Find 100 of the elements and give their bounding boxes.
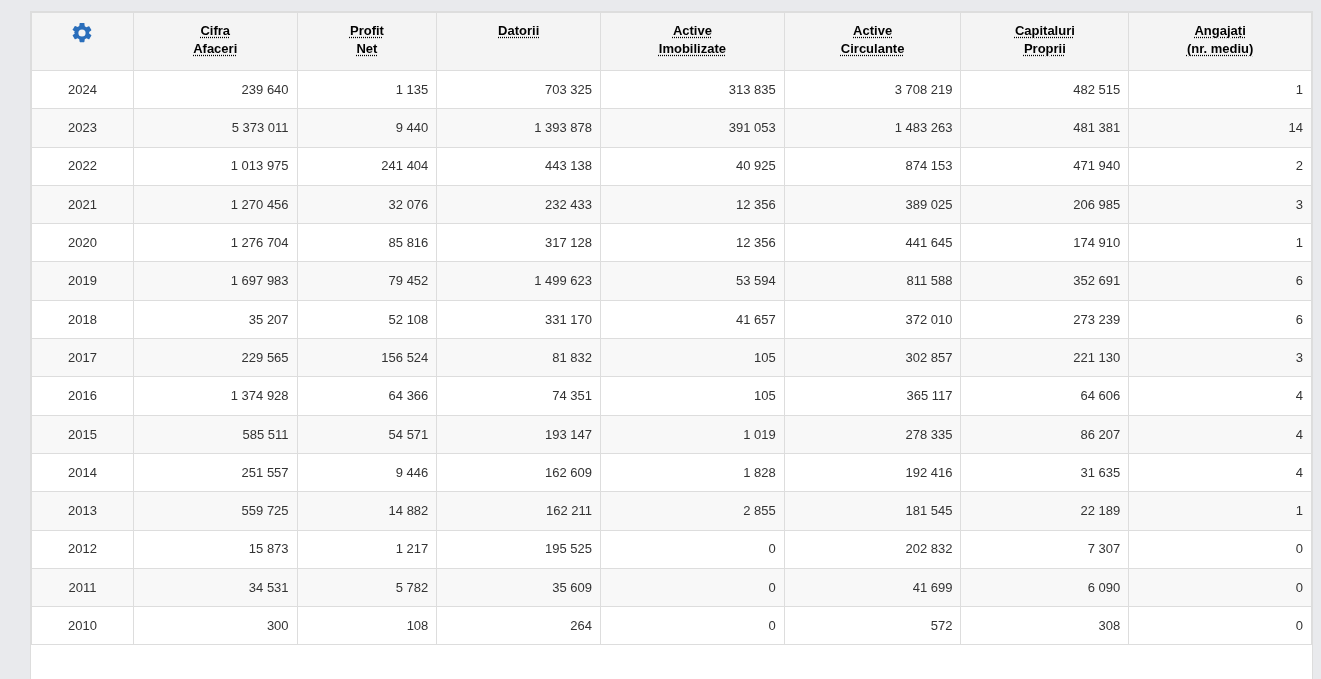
value-cell: 1 276 704 — [133, 223, 298, 262]
value-cell: 40 925 — [600, 147, 785, 186]
value-cell: 0 — [1128, 530, 1312, 569]
value-cell: 585 511 — [133, 415, 298, 454]
value-cell: 1 393 878 — [436, 108, 601, 148]
value-cell: 202 832 — [784, 530, 961, 569]
value-cell: 35 609 — [436, 568, 601, 607]
value-cell: 64 606 — [961, 376, 1129, 416]
value-cell: 232 433 — [436, 185, 601, 224]
value-cell: 74 351 — [436, 376, 601, 416]
value-cell: 1 374 928 — [133, 376, 298, 416]
value-cell: 79 452 — [297, 262, 437, 301]
value-cell: 1 — [1128, 491, 1312, 531]
value-cell: 3 708 219 — [784, 70, 961, 109]
value-cell: 0 — [1128, 568, 1312, 607]
value-cell: 1 270 456 — [133, 185, 298, 224]
value-cell: 703 325 — [436, 70, 601, 109]
value-cell: 0 — [600, 530, 785, 569]
value-cell: 2 — [1128, 147, 1312, 186]
value-cell: 308 — [961, 606, 1129, 645]
value-cell: 41 699 — [784, 568, 961, 607]
value-cell: 193 147 — [436, 415, 601, 454]
value-cell: 1 — [1128, 223, 1312, 262]
value-cell: 12 356 — [600, 185, 785, 224]
column-header[interactable]: Profit Net — [349, 22, 384, 58]
year-cell: 2010 — [31, 606, 134, 645]
value-cell: 14 882 — [297, 491, 437, 531]
year-cell: 2022 — [31, 147, 134, 186]
value-cell: 391 053 — [600, 108, 785, 148]
year-cell: 2024 — [31, 70, 134, 109]
value-cell: 0 — [600, 568, 785, 607]
year-cell: 2016 — [31, 376, 134, 416]
value-cell: 313 835 — [600, 70, 785, 109]
year-cell: 2015 — [31, 415, 134, 454]
value-cell: 1 013 975 — [133, 147, 298, 186]
value-cell: 372 010 — [784, 300, 961, 339]
value-cell: 0 — [1128, 606, 1312, 645]
value-cell: 273 239 — [961, 300, 1129, 339]
value-cell: 52 108 — [297, 300, 437, 339]
value-cell: 32 076 — [297, 185, 437, 224]
value-cell: 105 — [600, 376, 785, 416]
value-cell: 241 404 — [297, 147, 437, 186]
value-cell: 1 019 — [600, 415, 785, 454]
value-cell: 5 373 011 — [133, 108, 298, 148]
value-cell: 1 483 263 — [784, 108, 961, 148]
value-cell: 15 873 — [133, 530, 298, 569]
value-cell: 874 153 — [784, 147, 961, 186]
value-cell: 192 416 — [784, 453, 961, 492]
value-cell: 6 — [1128, 300, 1312, 339]
value-cell: 1 828 — [600, 453, 785, 492]
value-cell: 156 524 — [297, 338, 437, 377]
value-cell: 3 — [1128, 185, 1312, 224]
value-cell: 4 — [1128, 376, 1312, 416]
value-cell: 482 515 — [961, 70, 1129, 109]
year-cell: 2020 — [31, 223, 134, 262]
column-header[interactable]: Cifra Afaceri — [193, 22, 238, 58]
value-cell: 181 545 — [784, 491, 961, 531]
value-cell: 1 499 623 — [436, 262, 601, 301]
year-cell: 2012 — [31, 530, 134, 569]
value-cell: 331 170 — [436, 300, 601, 339]
value-cell: 162 609 — [436, 453, 601, 492]
value-cell: 239 640 — [133, 70, 298, 109]
value-cell: 229 565 — [133, 338, 298, 377]
value-cell: 2 855 — [600, 491, 785, 531]
value-cell: 85 816 — [297, 223, 437, 262]
value-cell: 105 — [600, 338, 785, 377]
value-cell: 174 910 — [961, 223, 1129, 262]
year-cell: 2018 — [31, 300, 134, 339]
value-cell: 54 571 — [297, 415, 437, 454]
value-cell: 1 697 983 — [133, 262, 298, 301]
year-cell: 2019 — [31, 262, 134, 301]
value-cell: 86 207 — [961, 415, 1129, 454]
value-cell: 443 138 — [436, 147, 601, 186]
value-cell: 195 525 — [436, 530, 601, 569]
value-cell: 7 307 — [961, 530, 1129, 569]
column-header[interactable]: Datorii — [498, 22, 540, 40]
year-cell: 2011 — [31, 568, 134, 607]
value-cell: 300 — [133, 606, 298, 645]
value-cell: 317 128 — [436, 223, 601, 262]
value-cell: 81 832 — [436, 338, 601, 377]
year-cell: 2013 — [31, 491, 134, 531]
year-cell: 2023 — [31, 108, 134, 148]
value-cell: 365 117 — [784, 376, 961, 416]
value-cell: 1 135 — [297, 70, 437, 109]
value-cell: 64 366 — [297, 376, 437, 416]
value-cell: 6 090 — [961, 568, 1129, 607]
value-cell: 4 — [1128, 453, 1312, 492]
value-cell: 34 531 — [133, 568, 298, 607]
value-cell: 9 446 — [297, 453, 437, 492]
value-cell: 441 645 — [784, 223, 961, 262]
value-cell: 251 557 — [133, 453, 298, 492]
value-cell: 471 940 — [961, 147, 1129, 186]
value-cell: 6 — [1128, 262, 1312, 301]
value-cell: 811 588 — [784, 262, 961, 301]
value-cell: 1 217 — [297, 530, 437, 569]
value-cell: 9 440 — [297, 108, 437, 148]
value-cell: 4 — [1128, 415, 1312, 454]
year-cell: 2021 — [31, 185, 134, 224]
value-cell: 264 — [436, 606, 601, 645]
value-cell: 53 594 — [600, 262, 785, 301]
